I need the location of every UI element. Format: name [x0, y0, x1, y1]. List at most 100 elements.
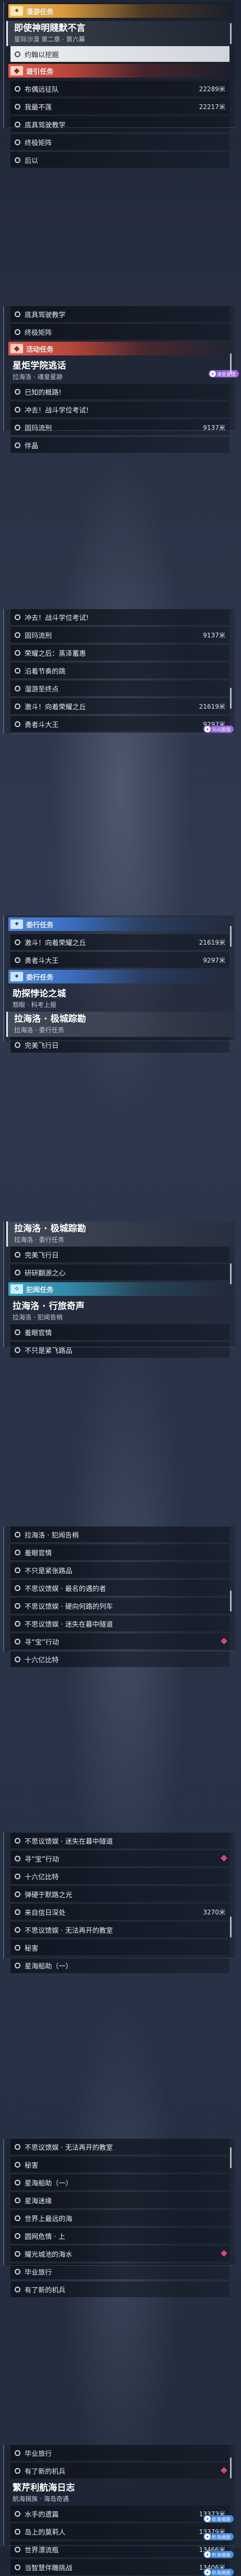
quest-step[interactable]: 弹硬于默路之光 — [10, 1886, 229, 1902]
quest-step[interactable]: 秘害 — [10, 2157, 229, 2172]
quest-step[interactable]: 岛上的莫莉人 13379米 ✦ 航海揖族 — [10, 2524, 234, 2540]
quest-step[interactable]: 不思议馈娱 · 无法再开的教室 — [10, 2139, 229, 2155]
quest-step[interactable]: 冲去！战斗学位考试! — [10, 609, 229, 625]
objective-ring-icon — [15, 85, 20, 92]
objective-label: 激斗！向着荣耀之丘 — [25, 939, 86, 947]
scrollbar[interactable] — [230, 1263, 232, 1284]
objective-ring-icon — [15, 424, 20, 430]
quest-category-header[interactable]: ✧ 犯闻任务 — [8, 1282, 231, 1296]
quest-step[interactable]: 不只是紧飞路品 — [10, 1342, 229, 1358]
quest-category-header[interactable]: ✦ 漫游任务 — [8, 4, 231, 18]
scrollbar[interactable] — [230, 926, 232, 947]
quest-step[interactable]: 星海迷缘 — [10, 2192, 229, 2208]
objective-label: 来自信日深处 — [25, 1909, 66, 1917]
objective-ring-icon — [15, 1926, 20, 1933]
quest-step[interactable]: 终极矩阵 — [10, 134, 229, 150]
quest-step[interactable]: 不思议馈娱 · 迷失在暮中隧道 — [10, 1616, 229, 1631]
quest-step[interactable]: 寻“宝”行动 — [10, 1850, 229, 1866]
quest-category-header[interactable]: ◆ 遊引任务 — [8, 64, 231, 78]
quest-entry[interactable]: 星炬学院逃话 拉海洛 · 魂皇星跡 ✦ 遠星星塔 — [4, 359, 239, 384]
quest-step[interactable]: 激斗！向着荣耀之丘 21619米 — [10, 934, 229, 950]
quest-step[interactable]: 已知的概路! — [10, 384, 229, 399]
badge-label: 航海揖族 — [211, 2552, 231, 2558]
quest-step[interactable]: 羞眼官情 — [10, 1544, 229, 1560]
quest-step[interactable]: 不思议馈娱 · 硬向何路的列车 — [10, 1598, 229, 1614]
quest-step[interactable]: 勇者斗大王 9297米 — [10, 952, 229, 968]
quest-step[interactable]: 拉海洛 · 犯闻告梢 — [10, 1527, 229, 1542]
quest-step[interactable]: 毕业旅行 — [10, 2264, 229, 2279]
quest-step[interactable]: 有了新的机兵 — [10, 2463, 229, 2478]
scrollbar[interactable] — [230, 688, 232, 709]
quest-entry[interactable]: 拉海洛 · 极城踪勘 拉海洛 · 委行任务 — [6, 1221, 235, 1247]
quest-step[interactable]: 溜游至终点 — [10, 680, 229, 696]
objective-label: 羞眼官情 — [25, 1549, 52, 1557]
objective-ring-icon — [15, 1962, 20, 1968]
quest-step[interactable]: 十六亿比特 — [10, 1651, 229, 1667]
objective-ring-icon — [15, 1656, 20, 1662]
quest-step[interactable]: 水手的遗篇 13373米 ✦ 航海揖族 — [10, 2506, 234, 2523]
quest-step[interactable]: 完美飞行日 — [10, 1037, 229, 1053]
quest-step[interactable]: 研研翻源之心 — [10, 1264, 229, 1280]
quest-step[interactable]: 毕业旅行 — [10, 2445, 229, 2461]
quest-step[interactable]: 圆网危情 · 上 — [10, 2228, 229, 2244]
quest-step[interactable]: 后以 — [10, 152, 229, 168]
quest-step[interactable]: 耀光城池的海水 — [10, 2246, 229, 2261]
quest-step[interactable]: 终极矩阵 — [10, 324, 229, 340]
quest-step[interactable]: 世界上最远的海 — [10, 2210, 229, 2226]
quest-step[interactable]: 固玛流刑 9137米 — [10, 627, 229, 643]
quest-step[interactable]: 荣耀之后：蒸泽蓄惠 — [10, 645, 229, 661]
quest-step[interactable]: 羞眼官情 — [10, 1324, 229, 1340]
quest-step[interactable]: 冲去！战斗学位考试! — [10, 402, 229, 417]
quest-step[interactable]: 完美飞行日 — [10, 1247, 229, 1262]
quest-title: 繁芹利航海日志 — [13, 2483, 75, 2493]
objective-label: 毕业旅行 — [25, 2268, 52, 2277]
scrollbar[interactable] — [230, 23, 232, 44]
quest-entry[interactable]: 拉海洛 · 行旅奇声 拉海洛 · 犯闻告梢 — [4, 1299, 235, 1324]
objective-ring-icon — [15, 2250, 20, 2257]
quest-step[interactable]: 不只是紧张路品 — [10, 1562, 229, 1578]
scrollbar[interactable] — [230, 2458, 232, 2478]
scrollbar[interactable] — [230, 2147, 232, 2168]
quest-step[interactable]: 布偶远征队 22289米 — [10, 81, 229, 96]
quest-step[interactable]: 十六亿比特 — [10, 1868, 229, 1884]
quest-step[interactable]: 星海船助（一） — [10, 2174, 229, 2190]
objective-ring-icon — [15, 2546, 20, 2552]
quest-step[interactable]: 激斗！向着荣耀之丘 21619米 — [10, 698, 229, 714]
scrollbar[interactable] — [230, 1917, 232, 1938]
quest-step[interactable]: 来自信日深处 3270米 — [10, 1904, 229, 1920]
quest-step[interactable]: 伴晶 — [10, 437, 229, 453]
quest-step[interactable]: 约翰以挖掘 — [10, 46, 229, 62]
objective-ring-icon — [15, 685, 20, 691]
quest-step[interactable]: 不思议馈娱 · 无法再开的教室 — [10, 1922, 229, 1938]
quest-step[interactable]: 有了新的机兵 — [10, 2281, 229, 2297]
scrollbar[interactable] — [230, 1590, 232, 1611]
quest-step[interactable]: 不思议馈娱 · 迷失在暮中隧道 — [10, 1833, 229, 1848]
quest-step[interactable]: 我最不莲 22217米 — [10, 99, 229, 114]
badge-icon: ✦ — [209, 371, 216, 377]
quest-step[interactable]: 沿着节奏的跳 — [10, 663, 229, 678]
category-label: 犯闻任务 — [26, 1286, 54, 1294]
quest-entry[interactable]: 助探悖论之城 颓眼 · 科考上报 — [4, 987, 235, 1012]
quest-step[interactable]: 底具驾驶教学 — [10, 116, 229, 132]
quest-step[interactable]: 不思议馈娱 · 最名的遇的者 — [10, 1580, 229, 1596]
objective-label: 不思议馈娱 · 最名的遇的者 — [25, 1585, 106, 1593]
objective-label: 我最不莲 — [25, 103, 52, 112]
objective-label: 不思议馈娱 · 无法再开的教室 — [25, 1926, 113, 1935]
scrollbar[interactable] — [230, 353, 232, 374]
quest-category-header[interactable]: ◆ 活动任务 — [8, 342, 231, 355]
quest-step[interactable]: 寻“宝”行动 — [10, 1633, 229, 1649]
quest-step[interactable]: 底具驾驶教学 — [10, 306, 229, 322]
quest-step[interactable]: 秘害 — [10, 1940, 229, 1955]
quest-entry[interactable]: 繁芹利航海日志 航海揖族 · 海岛奇遇 — [4, 2481, 235, 2506]
quest-step[interactable]: 当智慧伴雕挑战 13406米 ✦ 航海揖族 — [10, 2559, 234, 2576]
quest-step[interactable]: 世界漂流瓶 13466米 ✦ 航海揖族 — [10, 2541, 234, 2558]
quest-step[interactable]: 勇者斗大王 9297米 ✦ 风间跟限 — [10, 716, 234, 733]
quest-category-header[interactable]: ✦ 委行任务 — [8, 970, 231, 983]
objective-ring-icon — [15, 957, 20, 963]
quest-entry[interactable]: 拉海洛 · 极城踪勘 拉海洛 · 委行任务 — [6, 1012, 235, 1037]
quest-step[interactable]: 固玛流刑 9137米 — [10, 419, 229, 435]
objective-label: 冲去！战斗学位考试! — [25, 406, 89, 415]
quest-category-header[interactable]: ✦ 委行任务 — [8, 917, 231, 931]
quest-step[interactable]: 星海船助（一） — [10, 1957, 229, 1973]
quest-entry[interactable]: 即使神明賤默不言 星际沙漠 第二章 · 第六幕 — [6, 21, 235, 46]
